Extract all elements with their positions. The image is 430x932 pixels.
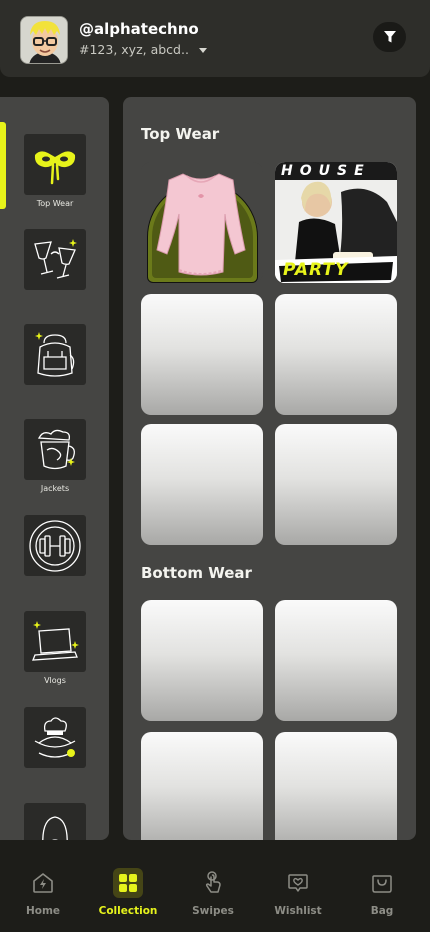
product-card-house-party[interactable]: HOUSE PARTY xyxy=(275,162,397,283)
sidebar-item-label: Vlogs xyxy=(44,676,66,685)
backpack-icon xyxy=(35,331,75,377)
sidebar-item-top-wear[interactable]: Top Wear xyxy=(24,134,86,209)
username: @alphatechno xyxy=(79,20,199,38)
section-title-top-wear: Top Wear xyxy=(141,125,220,143)
sidebar-item-vlogs[interactable]: Vlogs xyxy=(24,611,86,686)
chevron-down-icon xyxy=(198,48,207,53)
product-card-placeholder[interactable] xyxy=(141,732,263,840)
profile-header: @alphatechno #123, xyz, abcd.. xyxy=(0,0,430,77)
sidebar-item-label: Top Wear xyxy=(36,199,74,208)
dumbbell-icon xyxy=(29,519,81,572)
swipe-hand-icon xyxy=(205,871,221,893)
avatar[interactable] xyxy=(20,16,68,64)
nav-item-home[interactable]: Home xyxy=(3,868,83,917)
nav-item-bag[interactable]: Bag xyxy=(342,868,422,917)
section-title-bottom-wear: Bottom Wear xyxy=(141,564,252,582)
product-card-placeholder[interactable] xyxy=(275,424,397,545)
nav-item-swipes[interactable]: Swipes xyxy=(173,868,253,917)
product-card-placeholder[interactable] xyxy=(275,600,397,721)
category-sidebar[interactable]: Top Wear Jackets Vlogs xyxy=(0,97,109,840)
product-card-placeholder[interactable] xyxy=(275,732,397,840)
home-lightning-icon xyxy=(33,873,53,893)
sidebar-item-hoodies[interactable] xyxy=(24,803,86,840)
mask-icon xyxy=(34,150,76,184)
grid-icon xyxy=(119,874,137,892)
hoodie-icon xyxy=(42,815,68,840)
active-category-indicator xyxy=(0,122,6,209)
sidebar-item-label: Jackets xyxy=(40,484,70,493)
nav-label: Wishlist xyxy=(274,905,322,917)
sidebar-item-fitness[interactable] xyxy=(24,515,86,590)
product-card-placeholder[interactable] xyxy=(275,294,397,415)
heart-chat-icon xyxy=(288,874,308,892)
nav-label: Home xyxy=(25,905,61,917)
bottom-nav: Home Collection Swipes Wishlist Bag xyxy=(0,840,430,932)
nav-label: Collection xyxy=(98,905,158,917)
product-card-placeholder[interactable] xyxy=(141,600,263,721)
sidebar-item-food[interactable] xyxy=(24,707,86,782)
product-card-placeholder[interactable] xyxy=(141,424,263,545)
party-title: PARTY xyxy=(283,260,349,280)
coffee-mug-icon xyxy=(37,429,75,469)
nav-label: Swipes xyxy=(192,905,234,917)
cocktail-glasses-icon xyxy=(34,238,77,279)
filter-button[interactable] xyxy=(373,22,406,52)
house-title: HOUSE xyxy=(281,163,371,179)
sidebar-item-glasses[interactable] xyxy=(24,229,86,304)
nav-item-collection[interactable]: Collection xyxy=(88,868,168,917)
account-handle: #123, xyz, abcd.. xyxy=(79,42,189,57)
chef-hat-icon xyxy=(34,716,76,758)
collection-panel[interactable]: Top Wear HOUSE PARTY Bottom Wear xyxy=(123,97,416,840)
account-switcher[interactable]: #123, xyz, abcd.. xyxy=(79,42,207,57)
nav-item-wishlist[interactable]: Wishlist xyxy=(258,868,338,917)
nav-label: Bag xyxy=(370,905,394,917)
blouse-image xyxy=(156,173,246,276)
product-card-placeholder[interactable] xyxy=(141,294,263,415)
bag-icon xyxy=(372,875,392,893)
sidebar-item-jackets[interactable]: Jackets xyxy=(24,419,86,494)
laptop-icon xyxy=(32,620,79,661)
filter-icon xyxy=(383,31,396,43)
product-card-blouse[interactable] xyxy=(141,162,263,283)
sidebar-item-bags[interactable] xyxy=(24,324,86,399)
